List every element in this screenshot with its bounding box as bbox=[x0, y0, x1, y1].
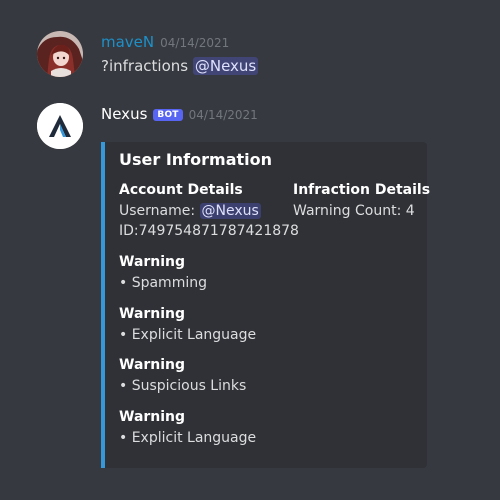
warning-field: Warning • Spamming bbox=[119, 254, 207, 293]
message-content: ?infractions @Nexus bbox=[101, 57, 259, 75]
infraction-details-field: Infraction Details Warning Count: 4 bbox=[293, 182, 430, 221]
username-line: Username: @Nexus bbox=[119, 201, 299, 221]
timestamp: 04/14/2021 bbox=[188, 108, 258, 122]
user-mention[interactable]: @Nexus bbox=[199, 203, 261, 219]
timestamp: 04/14/2021 bbox=[160, 36, 230, 50]
bot-badge: BOT bbox=[153, 109, 183, 121]
nexus-logo-icon bbox=[37, 103, 83, 149]
field-value: • Explicit Language bbox=[119, 430, 257, 446]
warning-field: Warning • Explicit Language bbox=[119, 409, 256, 448]
field-name: Infraction Details bbox=[293, 182, 431, 198]
username[interactable]: Nexus bbox=[101, 105, 147, 123]
warning-count: Warning Count: 4 bbox=[293, 203, 415, 219]
username[interactable]: maveN bbox=[101, 33, 154, 51]
embed-card: User Information Account Details Usernam… bbox=[101, 142, 430, 468]
field-value: • Spamming bbox=[119, 275, 207, 291]
bot-avatar[interactable] bbox=[37, 103, 83, 149]
embed-title: User Information bbox=[119, 150, 272, 169]
username-label: Username: bbox=[119, 203, 200, 219]
field-value: • Suspicious Links bbox=[119, 378, 247, 394]
user-id-line: ID:749754871787421878 bbox=[119, 223, 299, 239]
field-name: Account Details bbox=[119, 182, 243, 198]
field-value: • Explicit Language bbox=[119, 327, 257, 343]
warning-field: Warning • Suspicious Links bbox=[119, 357, 246, 396]
warning-field: Warning • Explicit Language bbox=[119, 306, 256, 345]
user-mention[interactable]: @Nexus bbox=[192, 57, 259, 75]
user-avatar[interactable] bbox=[37, 31, 83, 77]
message-text: ?infractions bbox=[101, 57, 193, 75]
field-name: Warning bbox=[119, 306, 186, 322]
message-header: maveN 04/14/2021 bbox=[101, 33, 229, 51]
field-name: Warning bbox=[119, 254, 186, 270]
message-header: Nexus BOT 04/14/2021 bbox=[101, 105, 258, 123]
field-name: Warning bbox=[119, 409, 186, 425]
account-details-field: Account Details Username: @Nexus ID:7497… bbox=[119, 182, 299, 241]
field-name: Warning bbox=[119, 357, 186, 373]
